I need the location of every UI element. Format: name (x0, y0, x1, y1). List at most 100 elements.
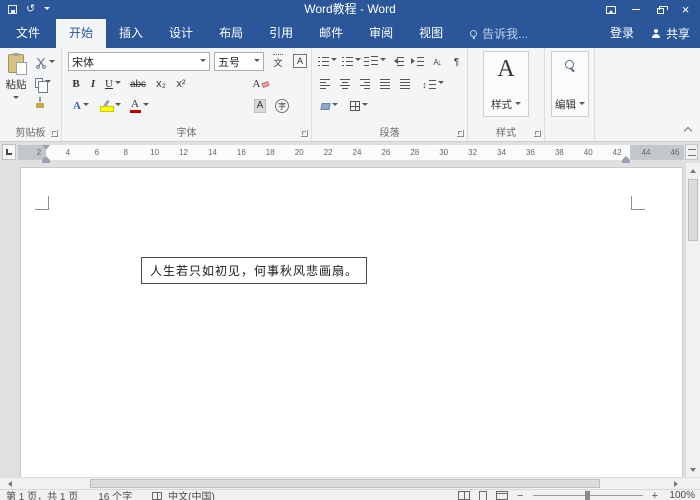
text-effects-button[interactable]: A (68, 97, 94, 115)
show-formatting-marks-button[interactable] (448, 52, 465, 70)
superscript-button[interactable]: x² (172, 75, 190, 93)
customize-toolbar-chevron-icon[interactable] (44, 6, 51, 13)
ruler-number: 30 (439, 148, 449, 157)
enclose-characters-button[interactable]: 字 (272, 97, 292, 115)
ribbon-tab[interactable]: 视图 (406, 19, 456, 48)
status-bar-right: 100% (458, 490, 700, 500)
borders-button[interactable] (346, 97, 372, 115)
pilcrow-icon (454, 54, 459, 68)
zoom-slider-thumb[interactable] (584, 491, 590, 500)
chevron-down-icon (331, 103, 338, 109)
strikethrough-button[interactable]: abc (126, 75, 150, 93)
scroll-down-button[interactable] (686, 463, 700, 477)
justify-button[interactable] (376, 75, 394, 93)
font-dialog-launcher[interactable] (301, 130, 308, 137)
ribbon-display-options-button[interactable] (598, 0, 623, 19)
align-right-button[interactable] (356, 75, 374, 93)
italic-button[interactable]: I (86, 75, 100, 93)
page-indicator[interactable]: 第 1 页，共 1 页 (6, 488, 78, 500)
share-button[interactable]: 共享 (652, 19, 690, 48)
scroll-up-button[interactable] (686, 163, 700, 177)
decrease-indent-icon (391, 56, 404, 66)
numbering-button[interactable] (340, 52, 362, 70)
increase-indent-button[interactable] (408, 52, 426, 70)
sort-button[interactable] (428, 52, 446, 70)
word-count[interactable]: 16 个字 (98, 488, 132, 500)
lightbulb-icon (470, 30, 478, 39)
shading-button[interactable] (316, 97, 342, 115)
paste-button[interactable]: 粘贴 (2, 52, 30, 122)
ribbon-tab[interactable]: 布局 (206, 19, 256, 48)
paragraph-dialog-launcher[interactable] (457, 130, 464, 137)
collapse-ribbon-button[interactable] (683, 126, 693, 136)
editing-button[interactable]: 编辑 (551, 51, 589, 117)
document-page[interactable]: 人生若只如初见，何事秋风悲画扇。 (20, 167, 683, 477)
cut-button[interactable] (33, 55, 57, 70)
align-left-button[interactable] (316, 75, 334, 93)
clipboard-dialog-launcher[interactable] (51, 130, 58, 137)
ribbon-tab[interactable]: 审阅 (356, 19, 406, 48)
styles-gallery-button[interactable]: A 样式 (483, 51, 529, 117)
left-indent-marker[interactable] (42, 152, 50, 163)
format-painter-button[interactable] (33, 95, 57, 110)
ruler-number: 36 (525, 148, 535, 157)
ribbon-tab[interactable]: 邮件 (306, 19, 356, 48)
undo-icon[interactable] (26, 4, 35, 15)
ribbon-tab[interactable]: 开始 (56, 19, 107, 48)
bold-button[interactable]: B (68, 75, 84, 93)
ribbon-tab[interactable]: 引用 (256, 19, 306, 48)
tab-file[interactable]: 文件 (0, 19, 56, 48)
close-button[interactable] (673, 0, 698, 19)
scroll-right-button[interactable] (669, 478, 683, 489)
phonetic-guide-button[interactable]: 文 (268, 52, 288, 70)
document-paragraph[interactable]: 人生若只如初见，何事秋风悲画扇。 (141, 257, 368, 284)
ruler-number: 32 (468, 148, 478, 157)
read-mode-button[interactable] (458, 491, 471, 500)
horizontal-ruler[interactable]: 2 4 6 8 10 12 14 16 18 20 22 24 26 28 30 32 34 36 38 40 42 44… (18, 145, 684, 163)
copy-button[interactable] (33, 75, 57, 93)
underline-button[interactable]: U (102, 75, 124, 93)
ribbon-tab[interactable]: 设计 (156, 19, 206, 48)
restore-button[interactable] (648, 0, 673, 19)
tell-me-box[interactable]: 告诉我... (470, 19, 528, 48)
save-icon[interactable] (8, 5, 17, 14)
styles-dialog-launcher[interactable] (534, 130, 541, 137)
web-layout-button[interactable] (496, 491, 509, 500)
zoom-out-button[interactable] (517, 490, 523, 500)
bullets-button[interactable] (316, 52, 338, 70)
zoom-slider[interactable] (532, 491, 643, 500)
decrease-indent-button[interactable] (388, 52, 406, 70)
ribbon-tab-bar: 文件 开始 插入 设计 布局 引用 邮件 审阅 视图 告诉我... 登录 共享 (0, 19, 700, 48)
zoom-level[interactable]: 100% (667, 490, 695, 500)
zoom-in-button[interactable] (652, 490, 658, 500)
vertical-scrollbar[interactable] (685, 163, 700, 477)
eraser-icon (261, 80, 271, 88)
ruler-number: 16 (236, 148, 246, 157)
chevron-down-icon (354, 58, 361, 64)
font-group: 宋体 五号 文 A B I U abc x₂ x² A A A A 字 字体 (62, 48, 312, 141)
print-layout-button[interactable] (479, 490, 488, 500)
subscript-button[interactable]: x₂ (152, 75, 170, 93)
spell-check-icon[interactable] (152, 491, 163, 500)
ribbon-tab[interactable]: 插入 (106, 19, 156, 48)
minimize-button[interactable] (623, 0, 648, 19)
horizontal-scroll-thumb[interactable] (90, 479, 600, 488)
clear-formatting-button[interactable]: A (248, 75, 274, 93)
vertical-scroll-thumb[interactable] (688, 179, 698, 241)
line-spacing-button[interactable] (418, 75, 448, 93)
right-indent-marker[interactable] (622, 152, 630, 163)
font-color-button[interactable]: A (126, 97, 152, 115)
character-border-button[interactable]: A (290, 52, 310, 70)
sign-in-button[interactable]: 登录 (610, 19, 634, 48)
align-center-button[interactable] (336, 75, 354, 93)
character-shading-button[interactable]: A (250, 97, 270, 115)
text-highlight-button[interactable] (96, 97, 124, 115)
chevron-down-icon (49, 59, 55, 66)
multilevel-list-button[interactable] (364, 52, 386, 70)
language-indicator[interactable]: 中文(中国) (168, 488, 215, 500)
tab-stop-selector[interactable] (2, 144, 16, 160)
distribute-button[interactable] (396, 75, 414, 93)
font-size-select[interactable]: 五号 (214, 52, 264, 71)
font-family-select[interactable]: 宋体 (68, 52, 210, 71)
ruler-toggle-button[interactable] (685, 144, 698, 160)
